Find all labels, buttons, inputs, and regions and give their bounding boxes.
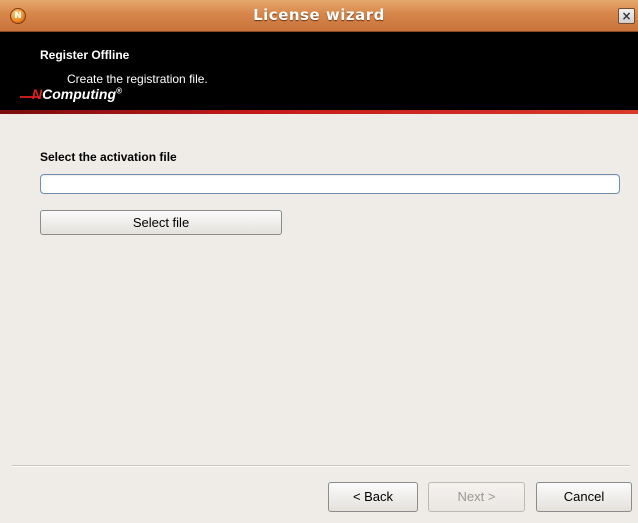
close-icon: × bbox=[621, 9, 632, 23]
logo-word: Computing bbox=[42, 86, 116, 102]
page-subtitle: Create the registration file. bbox=[67, 72, 208, 86]
license-wizard-window: N License wizard × Register Offline Crea… bbox=[0, 0, 638, 523]
logo-letter: N bbox=[32, 86, 43, 102]
title-bar[interactable]: N License wizard × bbox=[0, 0, 638, 32]
logo-registered-mark: ® bbox=[116, 86, 122, 96]
page-title: Register Offline bbox=[40, 48, 130, 62]
back-button[interactable]: < Back bbox=[328, 482, 418, 512]
next-button[interactable]: Next > bbox=[428, 482, 525, 512]
activation-file-label: Select the activation file bbox=[40, 150, 177, 164]
close-button[interactable]: × bbox=[618, 8, 635, 24]
select-file-button[interactable]: Select file bbox=[40, 210, 282, 235]
wizard-header-banner: Register Offline Create the registration… bbox=[0, 32, 638, 110]
footer-separator bbox=[12, 465, 630, 467]
logo-text: NComputing® bbox=[32, 86, 122, 102]
banner-accent-stripe bbox=[0, 110, 638, 114]
cancel-button[interactable]: Cancel bbox=[536, 482, 632, 512]
activation-file-path-input[interactable] bbox=[40, 174, 620, 194]
window-title: License wizard bbox=[253, 6, 385, 24]
